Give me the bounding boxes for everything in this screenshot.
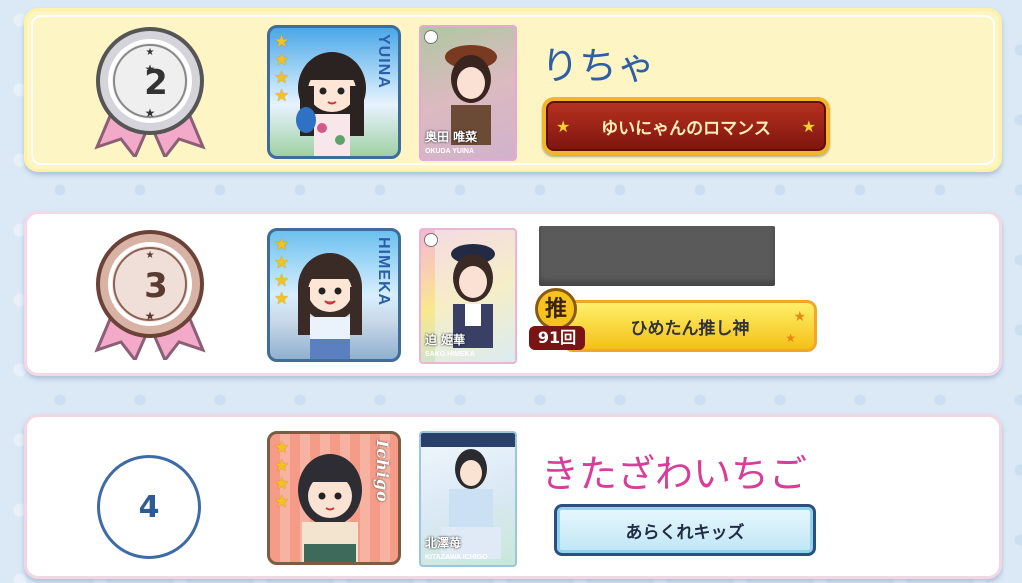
star-icon: ★ xyxy=(274,32,290,52)
star-icon: ★ xyxy=(274,492,290,512)
title-label: あらくれキッズ xyxy=(625,522,745,543)
member-card-sako[interactable]: 迫 姫華 SAKO HIMEKA xyxy=(419,228,517,364)
rank-number: 2 xyxy=(144,63,168,103)
card-member-romaji: OKUDA YUINA xyxy=(425,148,475,155)
ranking-row-3[interactable]: ★ ★ 3 ★ ★ ★ ★ HIMEKA 迫 姫華 SAKO HIMEKA ひめ… xyxy=(24,211,1002,376)
star-icon: ★ xyxy=(274,235,290,255)
avatar-yuina[interactable]: ★ ★ ★ ★ YUINA xyxy=(267,25,401,159)
card-logo-icon xyxy=(424,30,438,44)
rarity-stars: ★ ★ ★ ★ xyxy=(274,237,289,308)
card-member-name: 北澤苺 xyxy=(425,536,462,550)
rarity-stars: ★ ★ ★ ★ xyxy=(274,440,289,511)
oshi-badge-count: 91回 xyxy=(529,326,585,350)
star-icon: ★ xyxy=(274,50,290,70)
ranking-row-2[interactable]: ★ ★ ★ 2 ★ ★ ★ ★ YUINA 奥田 唯菜 OKUDA YUINA … xyxy=(24,8,1002,172)
title-label: ひめたん推し神 xyxy=(630,318,750,339)
star-icon: ★ xyxy=(785,331,796,345)
svg-text:★: ★ xyxy=(145,309,156,323)
star-icon: ★ xyxy=(274,253,290,273)
avatar-himeka[interactable]: ★ ★ ★ ★ HIMEKA xyxy=(267,228,401,362)
title-label: ゆいにゃんのロマンス xyxy=(601,118,771,139)
card-member-romaji: SAKO HIMEKA xyxy=(425,351,475,358)
star-icon: ★ xyxy=(274,474,290,494)
rank-circle: 4 xyxy=(97,455,201,559)
title-badge-romance[interactable]: ★ ゆいにゃんのロマンス ★ xyxy=(542,97,830,155)
star-icon: ★ xyxy=(274,271,290,291)
star-icon: ★ xyxy=(793,309,806,325)
ranking-row-4[interactable]: 4 ★ ★ ★ ★ Ichigo 北澤苺 KITAZAWA ICHIGO きたざわいち… xyxy=(24,414,1002,579)
star-icon: ★ xyxy=(556,116,571,136)
rank-number: 3 xyxy=(144,266,168,306)
avatar-name-label: YUINA xyxy=(375,34,392,89)
rank-number: 4 xyxy=(138,489,160,525)
member-card-okuda[interactable]: 奥田 唯菜 OKUDA YUINA xyxy=(419,25,517,161)
avatar-name-label: HIMEKA xyxy=(375,237,392,307)
title-badge-arakure[interactable]: あらくれキッズ xyxy=(554,504,816,556)
player-nickname: きたざわいちご xyxy=(541,452,808,496)
redacted-nickname xyxy=(539,226,775,286)
star-icon: ★ xyxy=(274,456,290,476)
oshi-badge: 推 91回 xyxy=(529,288,585,364)
star-icon: ★ xyxy=(274,438,290,458)
star-icon: ★ xyxy=(274,68,290,88)
member-card-kitazawa[interactable]: 北澤苺 KITAZAWA ICHIGO xyxy=(419,431,517,567)
star-icon: ★ xyxy=(274,86,290,106)
svg-text:★: ★ xyxy=(146,47,155,58)
card-member-name: 迫 姫華 xyxy=(425,333,466,347)
card-logo-icon xyxy=(424,233,438,247)
star-icon: ★ xyxy=(274,289,290,309)
player-nickname: りちゃ xyxy=(541,44,656,88)
avatar-ichigo[interactable]: ★ ★ ★ ★ Ichigo xyxy=(267,431,401,565)
star-icon: ★ xyxy=(801,116,816,136)
svg-text:★: ★ xyxy=(146,250,155,261)
title-badge-himetan[interactable]: ひめたん推し神 ★ ★ xyxy=(563,300,817,352)
oshi-badge-kanji: 推 xyxy=(535,288,577,330)
avatar-name-label: Ichigo xyxy=(373,440,392,503)
svg-text:★: ★ xyxy=(145,106,156,120)
rarity-stars: ★ ★ ★ ★ xyxy=(274,34,289,105)
card-member-name: 奥田 唯菜 xyxy=(425,130,478,144)
card-member-romaji: KITAZAWA ICHIGO xyxy=(425,554,488,561)
